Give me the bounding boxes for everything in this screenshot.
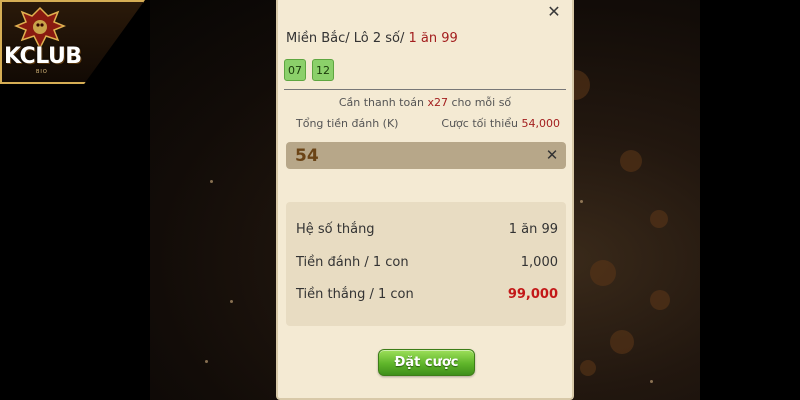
win-rate-label: Hệ số thắng bbox=[296, 222, 375, 237]
payout-label: Tiền thắng / 1 con bbox=[296, 287, 414, 302]
min-bet-label: Cược tối thiểu bbox=[441, 117, 522, 130]
bet-dialog: ✕ Miền Bắc/ Lô 2 số/ 1 ăn 99 07 12 Cần t… bbox=[276, 0, 574, 400]
payout-value: 99,000 bbox=[507, 287, 558, 302]
min-bet: Cược tối thiểu 54,000 bbox=[441, 117, 560, 130]
stake-value: 1,000 bbox=[520, 255, 558, 270]
bet-summary: Hệ số thắng 1 ăn 99 Tiền đánh / 1 con 1,… bbox=[286, 202, 566, 326]
amount-value[interactable]: 54 bbox=[295, 146, 319, 166]
clear-icon[interactable]: ✕ bbox=[542, 145, 562, 165]
payout-row: Tiền thắng / 1 con 99,000 bbox=[296, 287, 558, 302]
place-bet-button[interactable]: Đặt cược bbox=[378, 349, 475, 376]
divider bbox=[284, 89, 566, 90]
amount-input[interactable]: 54 ✕ bbox=[286, 142, 566, 169]
total-amount-label: Tổng tiền đánh (K) bbox=[296, 117, 399, 130]
number-chip[interactable]: 12 bbox=[312, 59, 334, 81]
stake-label: Tiền đánh / 1 con bbox=[296, 255, 409, 270]
payment-note: Cần thanh toán x27 cho mỗi số bbox=[278, 96, 572, 109]
bet-title-odds: 1 ăn 99 bbox=[408, 31, 458, 46]
selected-numbers: 07 12 bbox=[284, 59, 334, 81]
close-icon[interactable]: ✕ bbox=[544, 2, 564, 22]
win-rate-value: 1 ăn 99 bbox=[508, 222, 558, 237]
min-bet-value: 54,000 bbox=[521, 117, 561, 130]
payment-prefix: Cần thanh toán bbox=[338, 96, 428, 109]
logo-subtext: BIO bbox=[36, 69, 48, 75]
kclub-logo: KCLUB BIO bbox=[0, 0, 145, 84]
number-chip[interactable]: 07 bbox=[284, 59, 306, 81]
payment-suffix: cho mỗi số bbox=[447, 96, 512, 109]
payment-multiplier: x27 bbox=[427, 96, 448, 109]
bet-title-prefix: Miền Bắc/ Lô 2 số/ bbox=[286, 31, 409, 46]
win-rate-row: Hệ số thắng 1 ăn 99 bbox=[296, 222, 558, 237]
stake-row: Tiền đánh / 1 con 1,000 bbox=[296, 255, 558, 270]
logo-text: KCLUB bbox=[4, 44, 82, 69]
bet-title: Miền Bắc/ Lô 2 số/ 1 ăn 99 bbox=[286, 31, 458, 46]
